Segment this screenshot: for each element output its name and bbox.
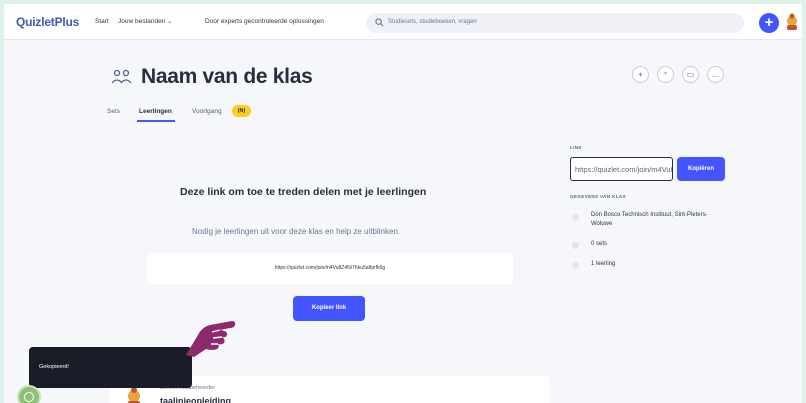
member-name[interactable]: taalinieopleiding <box>160 396 231 403</box>
search-bar[interactable]: Studiesets, studieboeken, vragen <box>366 13 744 33</box>
copy-button[interactable]: Kopiëren <box>677 157 725 181</box>
member-avatar <box>128 387 140 403</box>
create-button[interactable]: + <box>759 13 779 33</box>
add-user-icon: ⁺ <box>663 70 668 79</box>
add-member-button[interactable]: ⁺ <box>657 66 674 83</box>
top-navigation-bar: QuizletPlus Start Jouw bestanden ⌄ Door … <box>4 4 802 40</box>
detail-school: Don Bosco Technisch Instituut, Sint-Piet… <box>591 212 708 227</box>
school-icon <box>572 214 579 221</box>
copy-link-button[interactable]: Kopieer link <box>293 296 365 321</box>
share-heading: Deze link om toe te treden delen met je … <box>180 186 427 198</box>
tab-progress[interactable]: Voortgang <box>192 108 222 115</box>
success-check-icon <box>17 385 41 403</box>
class-details-heading: GEGEVENS VAN KLAS <box>570 194 626 199</box>
more-options-button[interactable]: … <box>707 66 724 83</box>
nav-your-files-label: Jouw bestanden <box>118 18 166 25</box>
pointing-hand-icon <box>186 321 236 357</box>
app-window: QuizletPlus Start Jouw bestanden ⌄ Door … <box>4 4 802 403</box>
profile-avatar[interactable] <box>782 12 802 32</box>
detail-sets: 0 sets <box>591 241 608 247</box>
folder-button[interactable]: ▭ <box>682 66 699 83</box>
toast-message: Gekopieerd! <box>39 364 69 370</box>
link-field-value: https://quizlet.com/join/m4Vu8Z4N <box>575 165 672 174</box>
link-field[interactable]: https://quizlet.com/join/m4Vu8Z4N <box>570 157 673 181</box>
tab-students[interactable]: Leerlingen <box>139 108 172 115</box>
detail-students: 1 leerling <box>591 261 616 267</box>
sets-icon <box>572 242 579 249</box>
folder-icon: ▭ <box>686 70 695 79</box>
share-panel <box>100 138 550 360</box>
nav-start[interactable]: Start <box>95 18 109 25</box>
copied-toast: Gekopieerd! <box>29 347 192 388</box>
add-icon: + <box>638 70 643 79</box>
chevron-down-icon: ⌄ <box>167 19 173 25</box>
invite-link-box[interactable]: https://quizlet.com/join/m4Vu8Z4N/7hku5a… <box>147 254 513 284</box>
search-icon <box>375 18 384 27</box>
invite-link-text: https://quizlet.com/join/m4Vu8Z4N/7hku5a… <box>274 265 386 271</box>
add-set-button[interactable]: + <box>632 66 649 83</box>
link-heading: LINK <box>570 145 583 150</box>
tab-sets[interactable]: Sets <box>107 108 120 115</box>
more-icon: … <box>711 70 720 79</box>
nav-your-files[interactable]: Jouw bestanden ⌄ <box>118 18 172 25</box>
share-subtext: Nodig je leerlingen uit voor deze klas e… <box>192 227 401 236</box>
active-tab-indicator <box>137 120 175 122</box>
progress-badge: (N) <box>232 105 251 117</box>
user-icon <box>572 262 579 269</box>
search-input[interactable]: Studiesets, studieboeken, vragen <box>388 19 477 25</box>
class-icon <box>111 69 132 84</box>
page-title: Naam van de klas <box>141 65 313 88</box>
quizlet-logo[interactable]: QuizletPlus <box>16 15 79 29</box>
nav-expert-solutions[interactable]: Door experts gecontroleerde oplossingen <box>205 18 324 25</box>
